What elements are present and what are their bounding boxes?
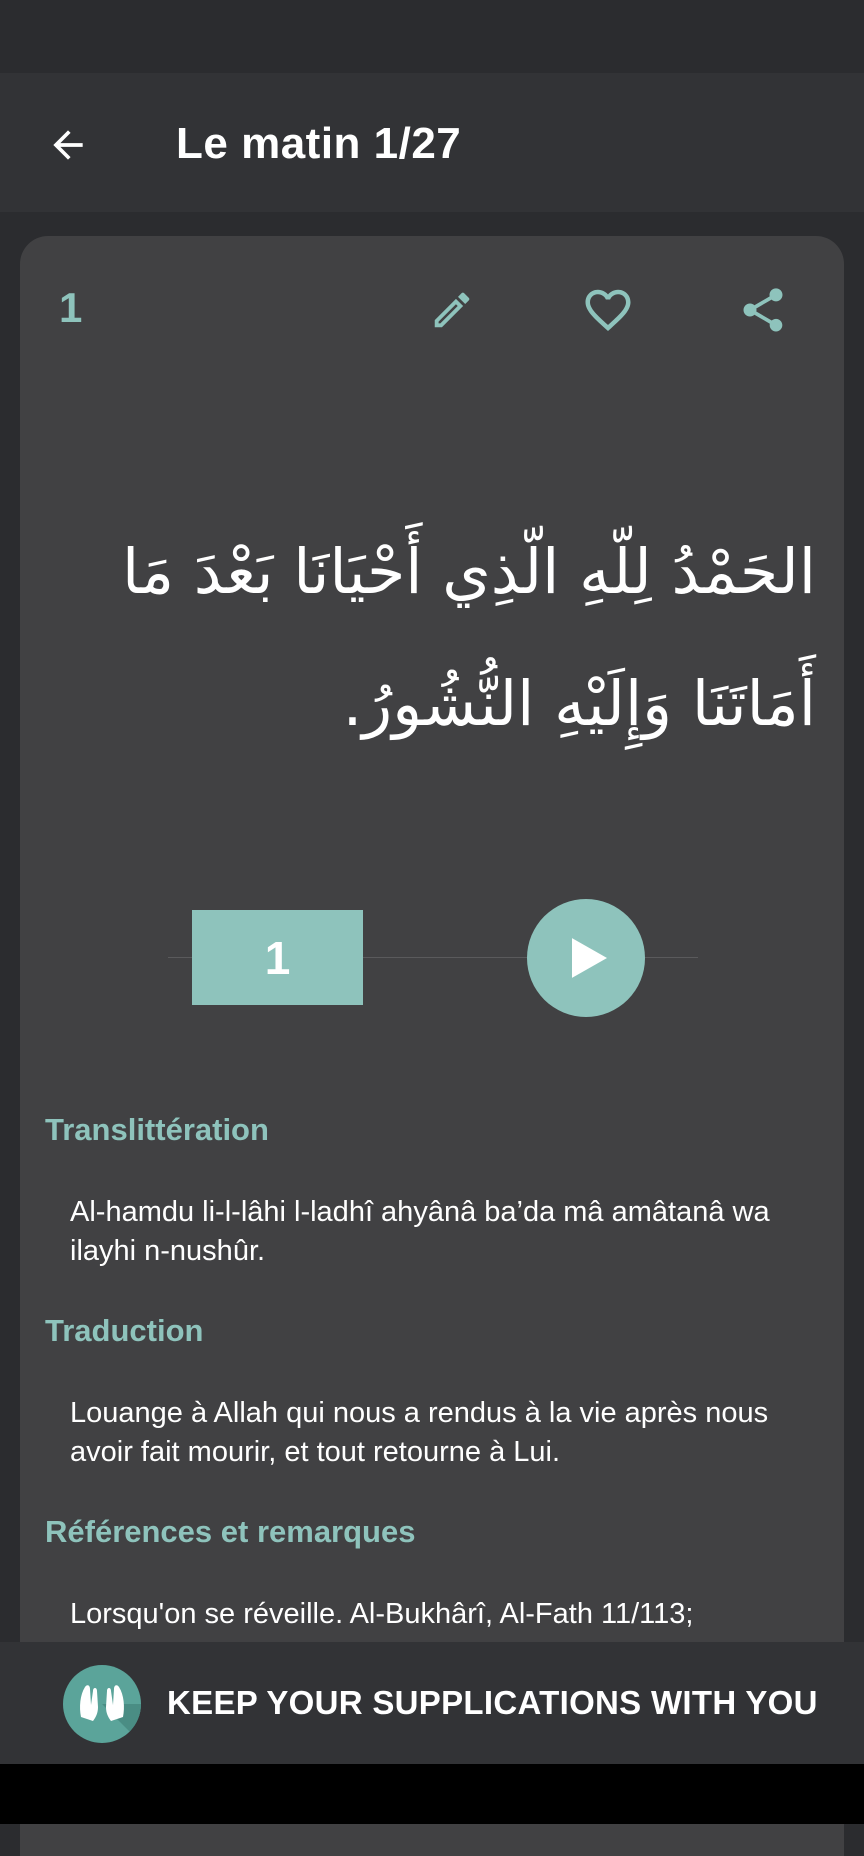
heart-outline-icon xyxy=(585,289,631,332)
dua-number: 1 xyxy=(59,284,83,331)
references-title: Références et remarques xyxy=(45,1514,416,1549)
praying-hands-icon xyxy=(63,1665,141,1743)
banner-text: KEEP YOUR SUPPLICATIONS WITH YOU xyxy=(167,1684,818,1721)
arrow-back-icon xyxy=(53,130,83,160)
back-button[interactable] xyxy=(40,117,96,173)
favorite-button[interactable] xyxy=(576,278,640,342)
play-button[interactable] xyxy=(527,899,645,1017)
promo-banner[interactable]: KEEP YOUR SUPPLICATIONS WITH YOU xyxy=(0,1642,864,1764)
navigation-bar xyxy=(0,1764,864,1824)
page-title: Le matin 1/27 xyxy=(176,119,462,168)
play-icon xyxy=(572,938,607,978)
references-text: Lorsqu'on se réveille. Al-Bukhârî, Al-Fa… xyxy=(70,1598,694,1630)
translation-text: Louange à Allah qui nous a rendus à la v… xyxy=(70,1397,769,1468)
dua-card: 1 الحَمْدُ لِلّهِ الّذِي أَحْيَانَا بَعْ… xyxy=(20,236,844,1856)
edit-button[interactable] xyxy=(420,278,484,342)
arabic-text: الحَمْدُ لِلّهِ الّذِي أَحْيَانَا بَعْدَ… xyxy=(121,535,816,740)
pencil-icon xyxy=(434,292,470,328)
transliteration-text: Al-hamdu li-l-lâhi l-ladhî ahyânâ ba’da … xyxy=(70,1196,770,1267)
transliteration-title: Translittération xyxy=(45,1112,269,1147)
app-bar: Le matin 1/27 xyxy=(0,73,864,212)
share-icon xyxy=(743,288,783,332)
share-button[interactable] xyxy=(731,278,795,342)
translation-title: Traduction xyxy=(45,1313,204,1348)
status-bar xyxy=(0,0,864,73)
repeat-counter[interactable]: 1 xyxy=(192,910,363,1005)
